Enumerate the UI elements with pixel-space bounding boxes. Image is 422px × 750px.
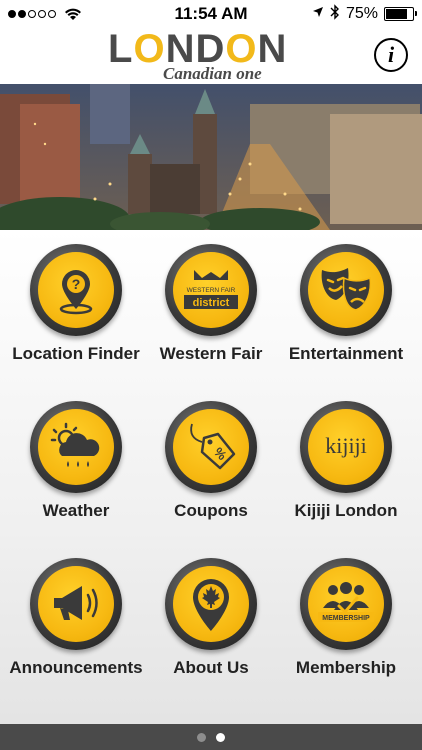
tile-label: Entertainment <box>288 344 404 363</box>
tile-button[interactable] <box>300 244 392 336</box>
wifi-icon <box>64 7 82 21</box>
tile-button[interactable] <box>165 558 257 650</box>
status-bar: 11:54 AM 75% <box>0 0 422 28</box>
battery-icon <box>384 7 417 21</box>
svg-text:MEMBERSHIP: MEMBERSHIP <box>322 615 370 622</box>
battery-fill <box>386 9 407 19</box>
page-indicator[interactable] <box>0 724 422 750</box>
app-header: LONDON Canadian one i <box>0 28 422 84</box>
svg-text:?: ? <box>72 276 81 292</box>
tile-label: Kijiji London <box>294 501 398 520</box>
tile-button[interactable]: kijiji <box>300 401 392 493</box>
page-dot-active[interactable] <box>216 732 225 742</box>
logo-subtitle: Canadian one <box>163 64 262 83</box>
membership-icon: MEMBERSHIP <box>318 582 374 622</box>
status-left <box>0 7 82 21</box>
tile-label: Coupons <box>174 501 248 520</box>
tile-western-fair[interactable]: WESTERN FAIR district Western Fair <box>141 244 281 364</box>
megaphone-icon <box>54 586 98 620</box>
tile-label: Western Fair <box>159 344 263 363</box>
theater-masks-icon <box>321 268 372 311</box>
tile-membership[interactable]: MEMBERSHIP Membership <box>276 558 416 678</box>
svg-text:kijiji: kijiji <box>325 433 367 458</box>
tile-weather[interactable]: Weather <box>6 401 146 521</box>
battery-percent: 75% <box>345 5 378 22</box>
page-dot[interactable] <box>197 732 206 742</box>
weather-cloud-icon <box>50 422 100 467</box>
tile-label: Announcements <box>9 658 143 677</box>
app-logo: LONDON Canadian one <box>108 28 318 84</box>
status-right: 75% <box>312 3 422 25</box>
menu-grid: ? Location Finder WESTERN FAIR district … <box>0 230 422 724</box>
location-arrow-icon <box>312 5 324 23</box>
tile-label: About Us <box>173 658 249 677</box>
info-button[interactable]: i <box>374 38 408 72</box>
tile-label: Membership <box>295 658 397 677</box>
tile-announcements[interactable]: Announcements <box>6 558 146 678</box>
maple-leaf-pin-icon <box>193 579 229 631</box>
coupon-tag-icon: % <box>190 423 236 470</box>
tile-location-finder[interactable]: ? Location Finder <box>6 244 146 364</box>
bluetooth-icon <box>330 3 340 25</box>
info-icon: i <box>387 42 395 67</box>
tile-button[interactable]: % <box>165 401 257 493</box>
tile-button[interactable] <box>30 558 122 650</box>
tile-about-us[interactable]: About Us <box>141 558 281 678</box>
western-fair-district-icon: WESTERN FAIR district <box>184 270 238 309</box>
svg-text:WESTERN FAIR: WESTERN FAIR <box>187 287 236 294</box>
tile-button[interactable]: MEMBERSHIP <box>300 558 392 650</box>
location-question-icon: ? <box>59 270 93 315</box>
tile-kijiji-london[interactable]: kijiji Kijiji London <box>276 401 416 521</box>
svg-text:district: district <box>193 297 230 309</box>
tile-button[interactable] <box>30 401 122 493</box>
signal-strength-icon <box>8 10 56 18</box>
tile-button[interactable]: WESTERN FAIR district <box>165 244 257 336</box>
tile-coupons[interactable]: % Coupons <box>141 401 281 521</box>
tile-entertainment[interactable]: Entertainment <box>276 244 416 364</box>
tile-label: Location Finder <box>12 344 140 363</box>
tile-label: Weather <box>42 501 110 520</box>
tile-button[interactable]: ? <box>30 244 122 336</box>
kijiji-icon: kijiji <box>325 433 367 458</box>
city-banner-image <box>0 84 422 230</box>
